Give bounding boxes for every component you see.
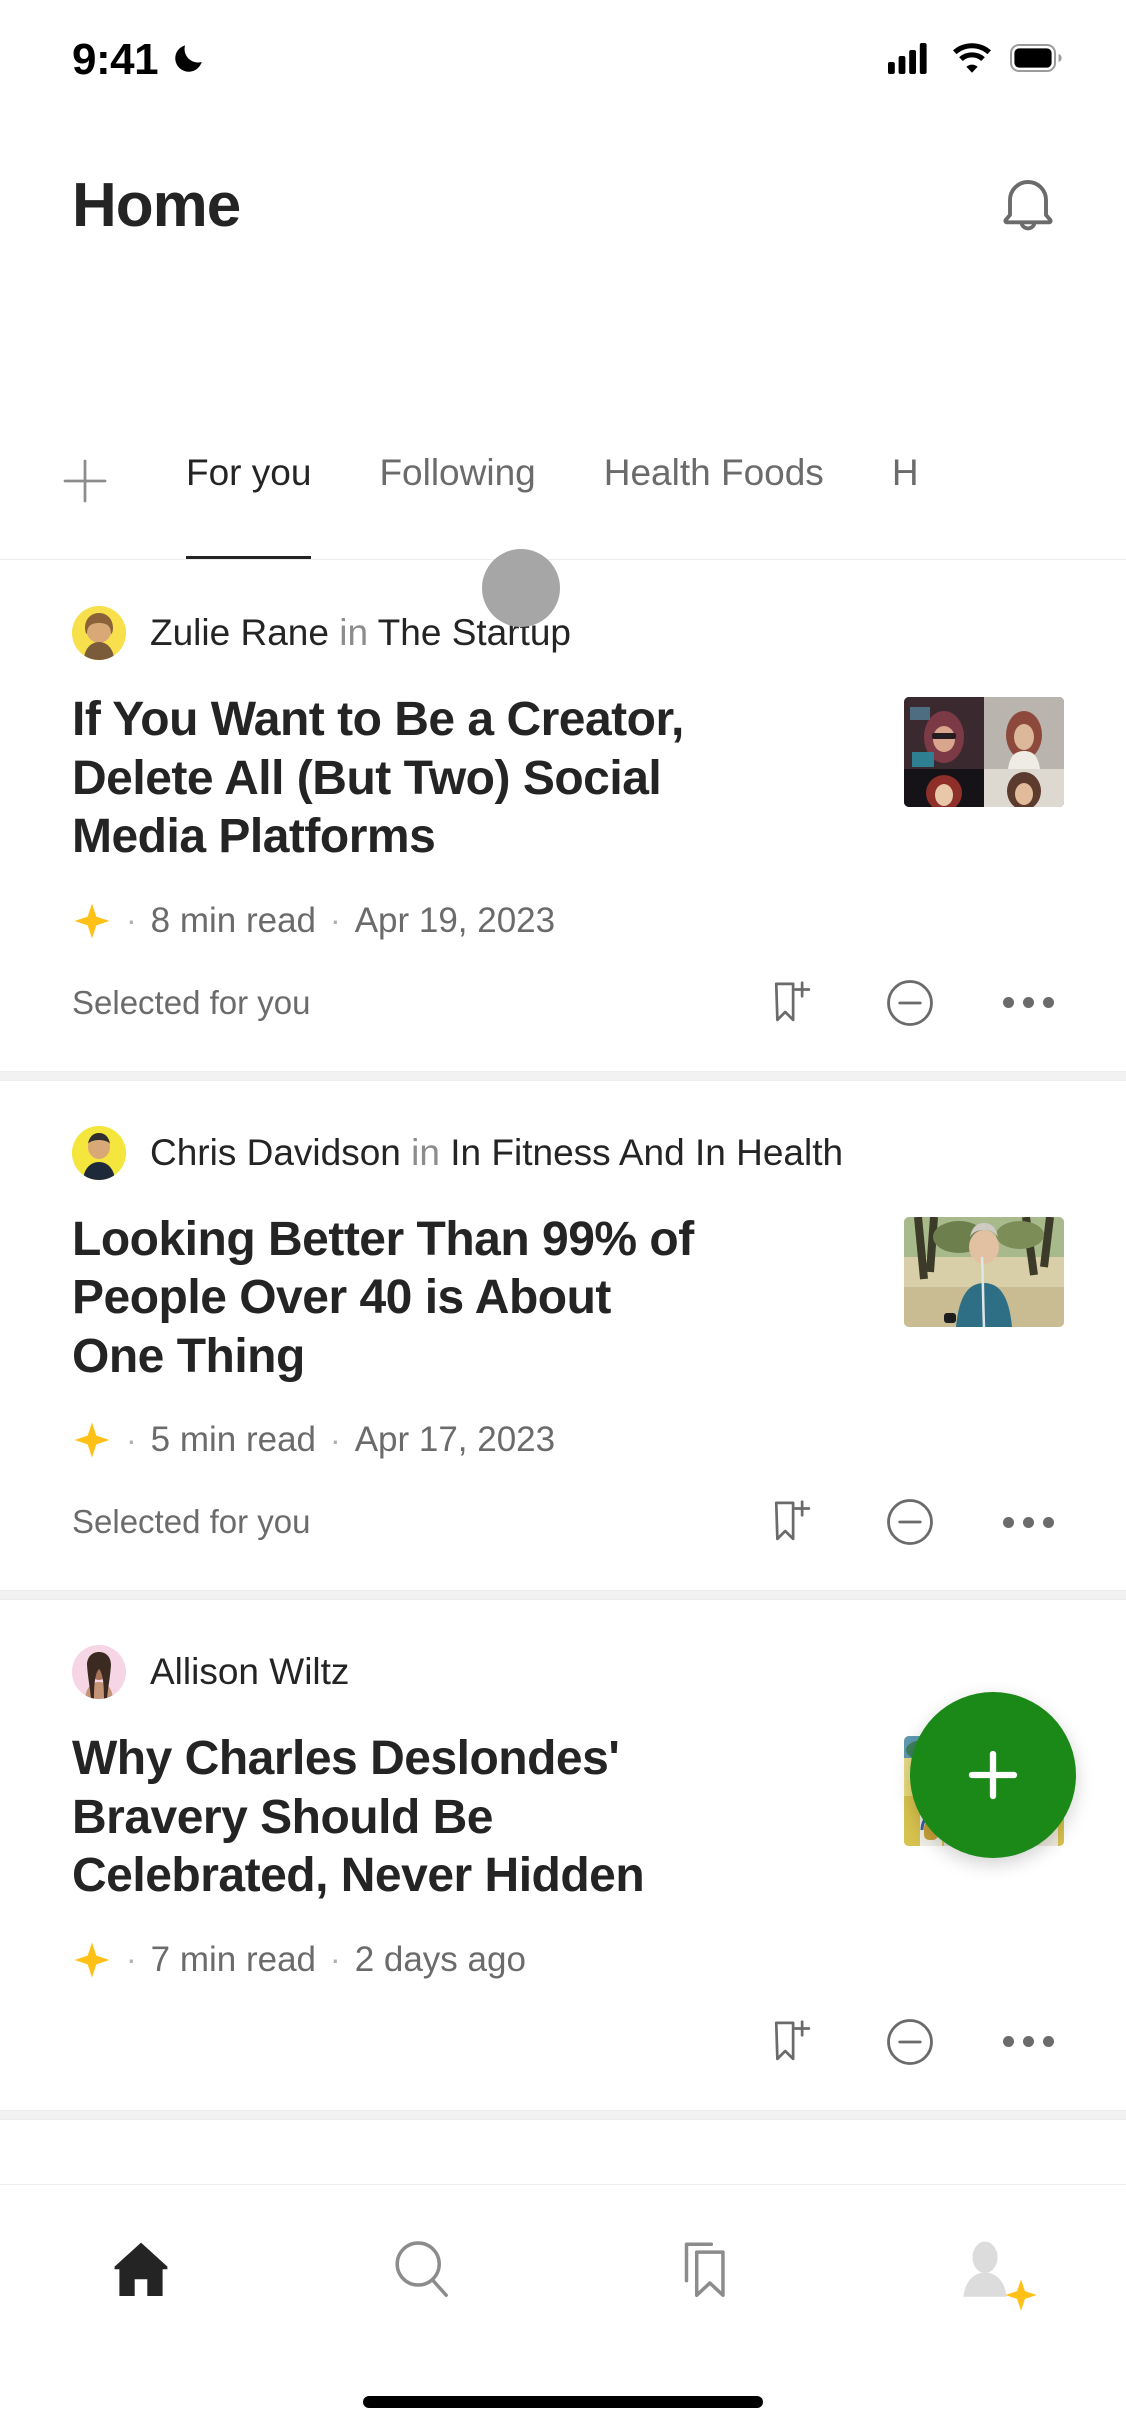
byline[interactable]: Chris Davidson in In Fitness And In Heal… [72, 1125, 1064, 1181]
story-main: If You Want to Be a Creator, Delete All … [72, 691, 712, 941]
bookmark-add-icon[interactable] [764, 2014, 820, 2070]
page-title: Home [72, 170, 241, 240]
more-horizontal-icon[interactable] [1000, 2014, 1056, 2070]
meta-separator: · [126, 1421, 137, 1458]
member-star-icon [72, 901, 112, 941]
nav-item-library[interactable] [644, 2221, 764, 2321]
status-bar: 9:41 [0, 0, 1126, 120]
member-star-icon [72, 1940, 112, 1980]
story-thumbnail[interactable] [904, 697, 1064, 807]
write-story-fab[interactable] [910, 1692, 1076, 1858]
tab-for-you[interactable]: For you [152, 430, 345, 559]
cellular-signal-icon [888, 42, 934, 79]
selected-for-you-label: Selected for you [72, 1503, 311, 1541]
meta-separator: · [126, 1941, 137, 1978]
tab-health-foods[interactable]: Health Foods [570, 430, 858, 559]
member-star-icon [72, 1420, 112, 1460]
status-bar-right [888, 42, 1064, 79]
moon-icon [170, 39, 208, 82]
tab-next-partial[interactable]: H [858, 430, 953, 559]
story-actions[interactable] [764, 2014, 1064, 2070]
byline-text: Allison Wiltz [150, 1651, 349, 1693]
author-name: Chris Davidson [150, 1131, 401, 1173]
tab-following[interactable]: Following [345, 430, 569, 559]
byline[interactable]: Zulie Rane in The Startup [72, 549, 1064, 661]
story-body: If You Want to Be a Creator, Delete All … [72, 691, 1064, 941]
nav-item-home[interactable] [81, 2221, 201, 2321]
story-main: Why Charles Deslondes' Bravery Should Be… [72, 1730, 712, 1980]
minus-circle-icon[interactable] [882, 1494, 938, 1550]
app-screen: 9:41 Home For you Following Health Foods… [0, 0, 1126, 2436]
feed-tab-bar[interactable]: For you Following Health Foods H [0, 430, 1126, 560]
story-divider [0, 1590, 1126, 1601]
author-name: Zulie Rane [150, 612, 329, 653]
story-title[interactable]: Why Charles Deslondes' Bravery Should Be… [72, 1730, 712, 1906]
story-body: Looking Better Than 99% of People Over 4… [72, 1211, 1064, 1461]
avatar [72, 1645, 126, 1700]
search-icon [387, 2234, 457, 2309]
nav-item-profile[interactable] [925, 2221, 1045, 2321]
story-divider [0, 1070, 1126, 1081]
avatar [72, 1125, 126, 1180]
story-meta: · 8 min read · Apr 19, 2023 [72, 901, 712, 941]
author-name: Allison Wiltz [150, 1651, 350, 1693]
home-filled-icon [105, 2233, 177, 2310]
meta-separator: · [330, 1421, 341, 1458]
nav-item-search[interactable] [362, 2221, 482, 2321]
more-horizontal-icon[interactable] [1000, 975, 1056, 1031]
story-actions[interactable] [764, 975, 1064, 1031]
story-title[interactable]: Looking Better Than 99% of People Over 4… [72, 1211, 712, 1387]
home-indicator [363, 2396, 763, 2408]
story-title[interactable]: If You Want to Be a Creator, Delete All … [72, 691, 712, 867]
plus-icon [968, 1750, 1018, 1800]
story-main: Looking Better Than 99% of People Over 4… [72, 1211, 712, 1461]
story-meta: · 7 min read · 2 days ago [72, 1940, 712, 1980]
publication-avatar [482, 549, 560, 627]
publish-date: 2 days ago [354, 1939, 526, 1979]
read-time: 7 min read [150, 1939, 317, 1979]
story-actions[interactable] [764, 1494, 1064, 1550]
story-footer: Selected for you [72, 1494, 1064, 1550]
read-time: 5 min read [150, 1420, 317, 1460]
publish-date: Apr 19, 2023 [354, 900, 556, 940]
wifi-icon [950, 42, 994, 79]
story-meta: · 5 min read · Apr 17, 2023 [72, 1420, 712, 1460]
byline[interactable]: Allison Wiltz [72, 1644, 1064, 1700]
bookmark-add-icon[interactable] [764, 975, 820, 1031]
story-feed: Zulie Rane in The Startup If You Want to… [0, 549, 1126, 2120]
plus-icon[interactable] [50, 446, 120, 516]
minus-circle-icon[interactable] [882, 975, 938, 1031]
battery-full-icon [1010, 43, 1064, 77]
in-word: in [411, 1131, 440, 1173]
story-footer [72, 2014, 1064, 2070]
selected-for-you-label: Selected for you [72, 983, 311, 1021]
meta-separator: · [126, 902, 137, 939]
status-time: 9:41 [72, 35, 159, 84]
minus-circle-icon[interactable] [882, 2014, 938, 2070]
read-time: 8 min read [150, 900, 317, 940]
meta-separator: · [330, 1941, 341, 1978]
avatar [72, 606, 126, 660]
publication-name: In Fitness And In Health [450, 1131, 844, 1173]
story-footer: Selected for you [72, 975, 1064, 1031]
more-horizontal-icon[interactable] [1000, 1494, 1056, 1550]
page-header: Home [0, 140, 1126, 270]
meta-separator: · [330, 902, 341, 939]
bookmarks-icon [669, 2234, 739, 2309]
story-thumbnail[interactable] [904, 1216, 1064, 1327]
bookmark-add-icon[interactable] [764, 1494, 820, 1550]
story-card[interactable]: Allison Wiltz Why Charles Deslondes' Bra… [0, 1600, 1126, 2110]
story-divider [0, 2109, 1126, 2120]
story-card[interactable]: Zulie Rane in The Startup If You Want to… [0, 549, 1126, 1071]
member-star-icon [1003, 2277, 1039, 2313]
byline-text: Chris Davidson in In Fitness And In Heal… [150, 1132, 843, 1174]
status-bar-left: 9:41 [72, 35, 208, 85]
bell-icon[interactable] [992, 167, 1064, 244]
in-word: in [339, 612, 369, 653]
story-card[interactable]: Chris Davidson in In Fitness And In Heal… [0, 1080, 1126, 1591]
publish-date: Apr 17, 2023 [354, 1420, 556, 1460]
